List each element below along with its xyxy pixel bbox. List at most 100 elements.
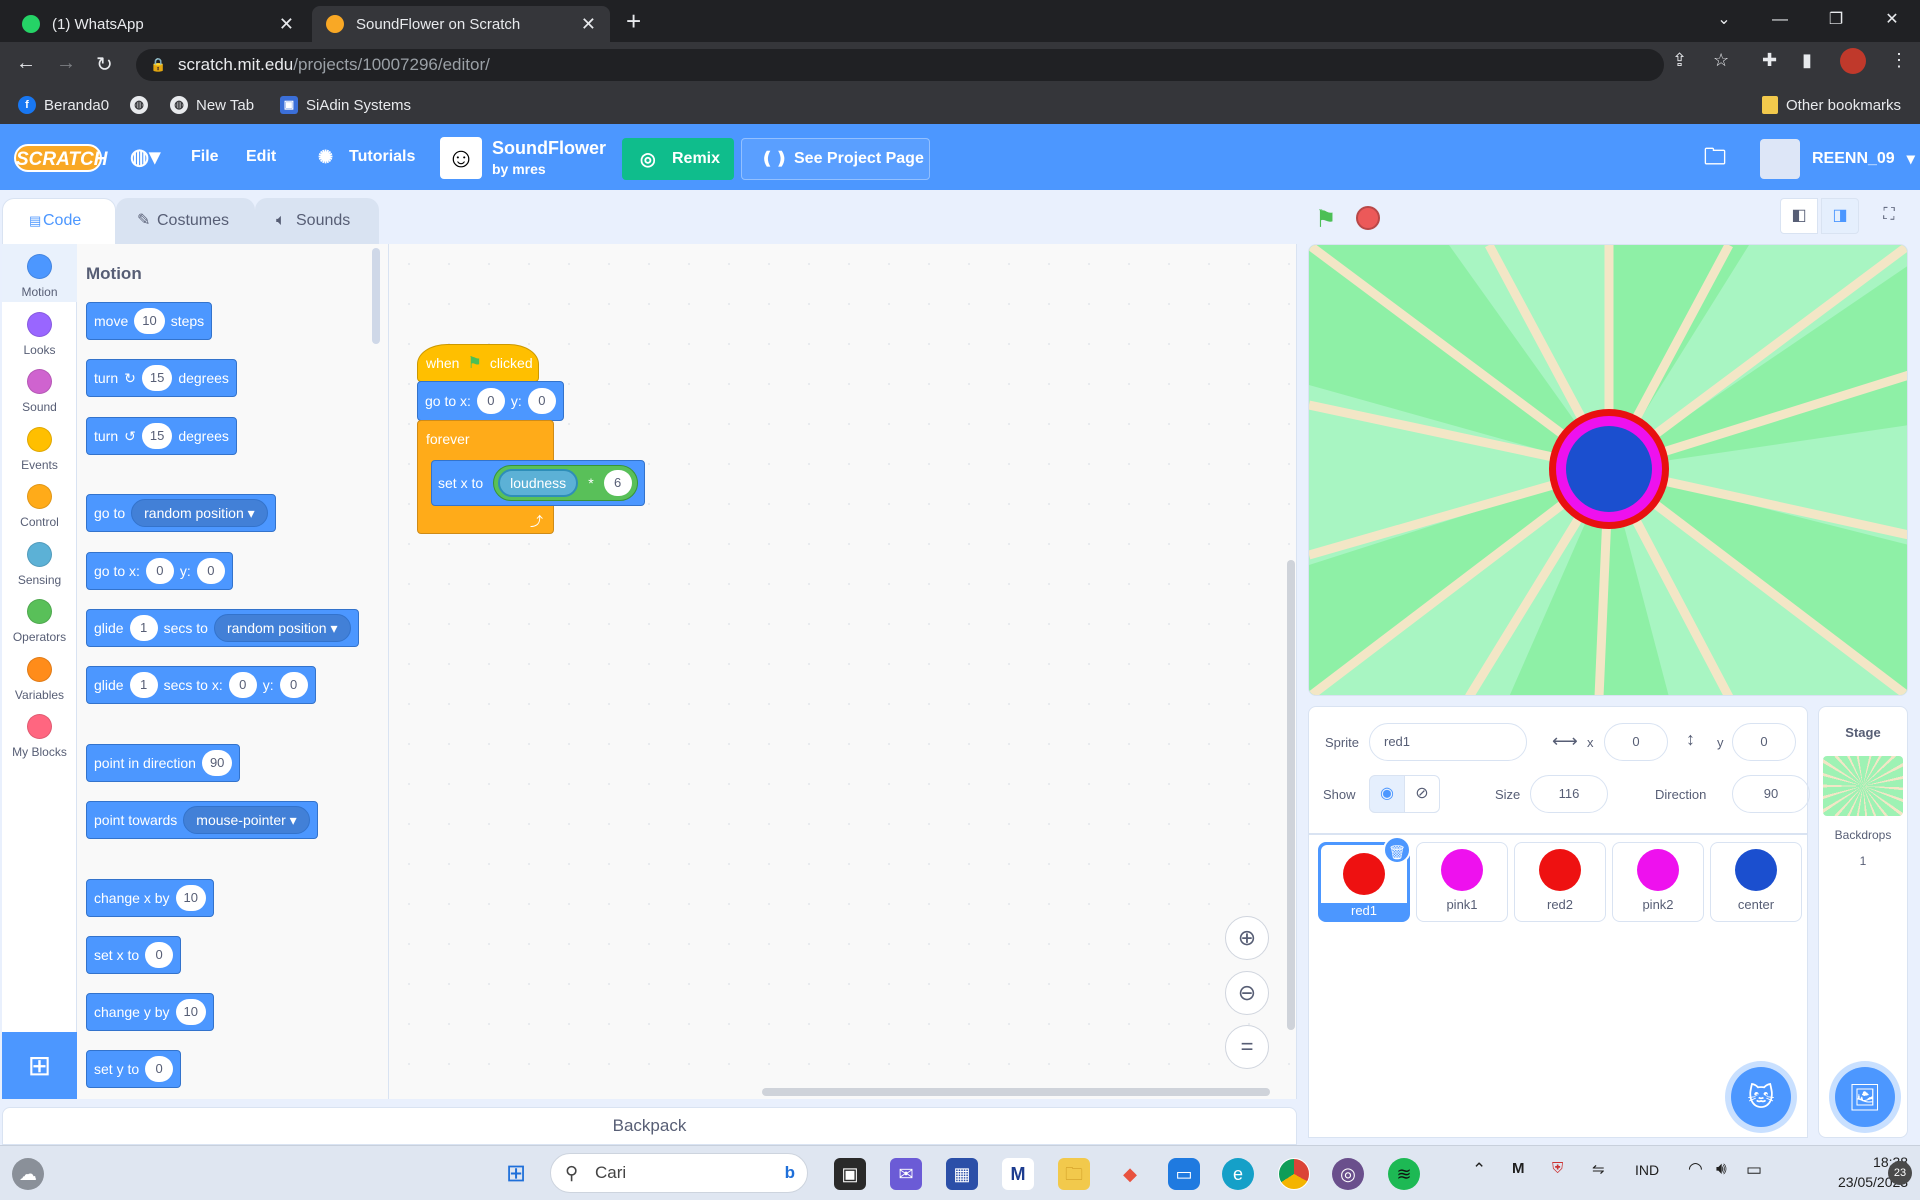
block-input[interactable]: 15 [141, 365, 173, 391]
palette-scrollbar[interactable] [372, 248, 380, 344]
see-project-page-button[interactable]: ❪❫ See Project Page [741, 138, 930, 180]
tray-shield-icon[interactable]: ⛨ [1552, 1160, 1563, 1177]
sprite-thumb-pink2[interactable]: pink2 [1612, 842, 1704, 922]
category-events[interactable]: Events [2, 427, 77, 472]
x-input[interactable]: 0 [1604, 723, 1668, 761]
block-input[interactable]: 0 [145, 1056, 174, 1082]
zoom-in-icon[interactable]: ⊕ [1225, 916, 1269, 960]
other-bookmarks[interactable]: Other bookmarks [1762, 96, 1901, 114]
url-field[interactable]: 🔒 scratch.mit.edu/projects/10007296/edit… [136, 49, 1664, 81]
reload-icon[interactable]: ↻ [96, 52, 113, 77]
block-go-to-xy[interactable]: go to x: 0 y: 0 [86, 552, 233, 590]
zoom-reset-icon[interactable]: = [1225, 1025, 1269, 1069]
block-input[interactable]: 10 [175, 885, 206, 911]
wifi-icon[interactable]: ◠ [1688, 1159, 1703, 1179]
notification-badge[interactable]: 23 [1888, 1161, 1912, 1185]
delete-sprite-icon[interactable]: 🗑 [1383, 836, 1411, 864]
bookmark-globe[interactable]: ◍ [130, 96, 148, 114]
close-icon[interactable]: ✕ [581, 14, 596, 35]
sprite-thumb-center[interactable]: center [1710, 842, 1802, 922]
language-indicator[interactable]: IND [1635, 1162, 1659, 1178]
language-globe-icon[interactable]: ◍▾ [130, 124, 160, 190]
chevron-up-icon[interactable]: ⌃ [1472, 1160, 1486, 1180]
block-glide-xy[interactable]: glide 1 secs to x: 0 y: 0 [86, 666, 316, 704]
block-go-to[interactable]: go to random position ▾ [86, 494, 276, 532]
category-sound[interactable]: Sound [2, 369, 77, 414]
app-m-icon[interactable]: M [1002, 1158, 1034, 1190]
extensions-icon[interactable]: ✚ [1762, 50, 1777, 71]
tray-settings-icon[interactable]: ⇋ [1592, 1160, 1605, 1178]
edge-icon[interactable]: e [1222, 1158, 1254, 1190]
close-icon[interactable]: ✕ [279, 14, 294, 35]
share-icon[interactable]: ⇪ [1672, 50, 1687, 71]
chat-icon[interactable]: ✉ [890, 1158, 922, 1190]
block-input[interactable]: 0 [145, 558, 174, 584]
block-input[interactable]: 0 [196, 558, 225, 584]
back-icon[interactable]: ← [16, 52, 36, 75]
zoom-out-icon[interactable]: ⊖ [1225, 971, 1269, 1015]
tab-soundflower[interactable]: SoundFlower on Scratch ✕ [312, 6, 610, 42]
side-panel-icon[interactable]: ▮ [1802, 50, 1812, 71]
chrome-icon[interactable] [1278, 1158, 1310, 1190]
file-explorer-icon[interactable]: 🗀 [1058, 1158, 1090, 1190]
script-workspace[interactable]: when ⚑ clicked go to x: 0 y: 0 forever ⤴… [389, 244, 1297, 1099]
category-sensing[interactable]: Sensing [2, 542, 77, 587]
add-extension-button[interactable]: ⊞ [2, 1032, 77, 1099]
close-window-icon[interactable]: ✕ [1864, 0, 1920, 42]
sprite-thumb-pink1[interactable]: pink1 [1416, 842, 1508, 922]
sprite-thumb-red2[interactable]: red2 [1514, 842, 1606, 922]
block-input[interactable]: 1 [129, 672, 158, 698]
bookmark-star-icon[interactable]: ☆ [1713, 50, 1729, 71]
minimize-icon[interactable]: — [1752, 0, 1808, 42]
workspace-vertical-scrollbar[interactable] [1287, 560, 1295, 1030]
stage-canvas[interactable] [1308, 244, 1908, 696]
tab-sounds[interactable]: 🔈︎ Sounds [255, 198, 379, 244]
fullscreen-icon[interactable]: ⛶ [1870, 198, 1908, 234]
category-looks[interactable]: Looks [2, 312, 77, 357]
size-input[interactable]: 116 [1530, 775, 1608, 813]
tab-search-icon[interactable]: ⌄ [1696, 0, 1752, 42]
green-flag-button[interactable]: ⚑ [1315, 205, 1337, 234]
volume-icon[interactable]: 🔊︎ [1716, 1159, 1727, 1179]
point-towards-dropdown[interactable]: mouse-pointer ▾ [183, 806, 310, 834]
y-input[interactable]: 0 [1732, 723, 1796, 761]
tutorials-button[interactable]: Tutorials [349, 124, 415, 190]
choose-backdrop-button[interactable]: 🖼︎ [1835, 1067, 1895, 1127]
block-glide-to[interactable]: glide 1 secs to random position ▾ [86, 609, 359, 647]
weather-icon[interactable]: ☁ [12, 1158, 44, 1190]
bookmark-new-tab[interactable]: ◍ New Tab [170, 96, 254, 114]
restore-icon[interactable]: ❐ [1808, 0, 1864, 42]
block-change-x[interactable]: change x by 10 [86, 879, 214, 917]
tray-m-icon[interactable]: M [1512, 1160, 1525, 1177]
normal-stage-icon[interactable]: ◨ [1821, 198, 1859, 234]
backpack[interactable]: Backpack [2, 1107, 1297, 1145]
choose-sprite-button[interactable]: 🐱︎ [1731, 1067, 1791, 1127]
glide-dropdown[interactable]: random position ▾ [213, 614, 351, 642]
tab-code[interactable]: ▤ Code [2, 198, 116, 244]
block-input[interactable]: 15 [141, 423, 173, 449]
block-set-x[interactable]: set x to 0 [86, 936, 182, 974]
script-go-to-xy-block[interactable]: go to x: 0 y: 0 [417, 381, 564, 421]
block-set-y[interactable]: set y to 0 [86, 1050, 182, 1088]
block-input[interactable]: 0 [527, 388, 556, 414]
block-turn-right[interactable]: turn ↻ 15 degrees [86, 359, 237, 397]
menu-icon[interactable]: ⋮ [1890, 50, 1908, 71]
category-my-blocks[interactable]: My Blocks [2, 714, 77, 759]
block-input[interactable]: 0 [145, 942, 174, 968]
show-eye-icon[interactable]: ◉ [1369, 775, 1405, 813]
app-swirl-icon[interactable]: ◎ [1332, 1158, 1364, 1190]
block-input[interactable]: 0 [279, 672, 308, 698]
store-icon[interactable]: ▦ [946, 1158, 978, 1190]
project-title[interactable]: SoundFlower [492, 138, 606, 159]
block-move-steps[interactable]: move 10 steps [86, 302, 213, 340]
file-menu[interactable]: File [191, 124, 219, 190]
edit-menu[interactable]: Edit [246, 124, 276, 190]
block-input[interactable]: 0 [476, 388, 505, 414]
set-x-to-block[interactable]: set x to loudness * 6 [431, 460, 645, 506]
block-input[interactable]: 10 [175, 999, 206, 1025]
tab-whatsapp[interactable]: (1) WhatsApp ✕ [8, 6, 308, 42]
workspace-horizontal-scrollbar[interactable] [762, 1088, 1270, 1096]
direction-input[interactable]: 90 [1732, 775, 1810, 813]
block-input[interactable]: 90 [201, 750, 233, 776]
profile-avatar[interactable] [1840, 48, 1866, 74]
